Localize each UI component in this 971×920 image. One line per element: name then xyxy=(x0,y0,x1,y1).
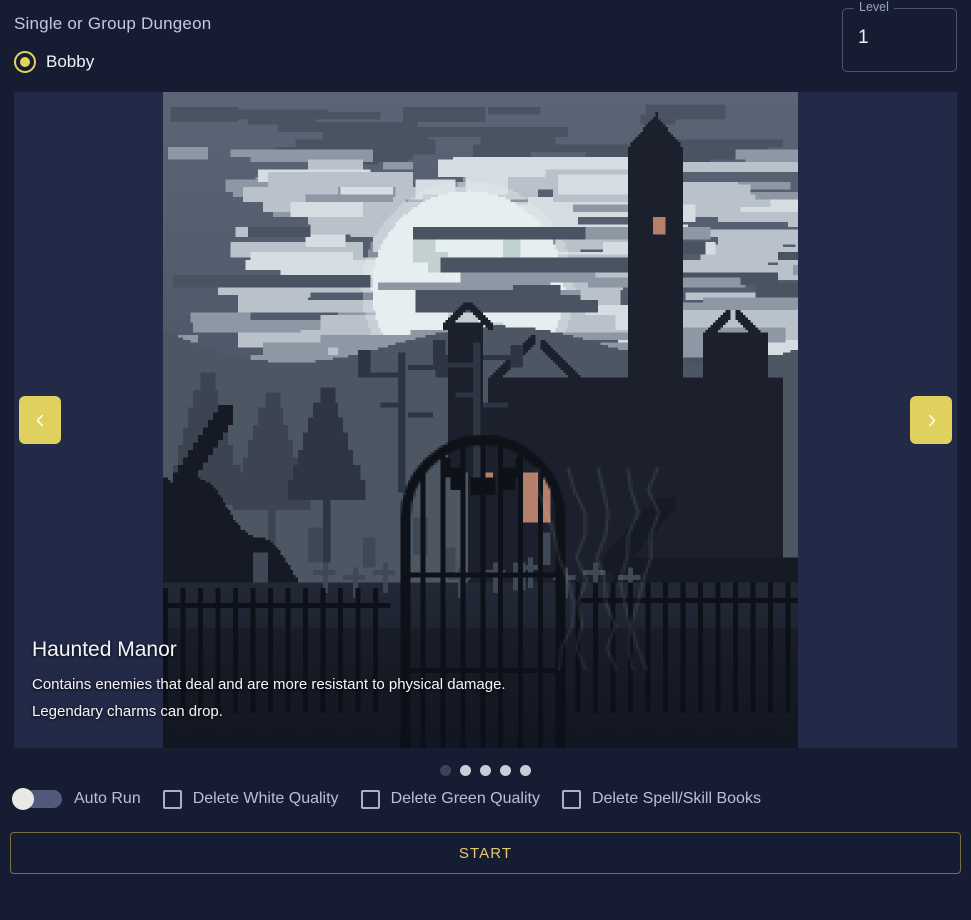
start-button[interactable]: START xyxy=(10,832,961,874)
carousel-dot-2[interactable] xyxy=(460,765,471,776)
checkbox-unchecked-icon[interactable] xyxy=(561,789,581,809)
level-field-label: Level xyxy=(854,0,894,14)
options-row: Auto Run Delete White Quality Delete Gre… xyxy=(0,776,971,810)
auto-run-toggle[interactable]: Auto Run xyxy=(10,788,141,810)
checkbox-delete-white-quality[interactable]: Delete White Quality xyxy=(141,789,339,809)
checkbox-delete-green-quality[interactable]: Delete Green Quality xyxy=(339,789,540,809)
carousel-dots xyxy=(0,765,971,776)
checkbox-label: Delete Spell/Skill Books xyxy=(591,790,761,807)
carousel-dot-3[interactable] xyxy=(480,765,491,776)
character-name-label: Bobby xyxy=(46,52,95,71)
carousel-dot-4[interactable] xyxy=(500,765,511,776)
level-input[interactable]: 1 xyxy=(858,27,869,49)
radio-selected-icon[interactable] xyxy=(14,51,36,73)
page-title: Single or Group Dungeon xyxy=(14,14,212,33)
character-selector[interactable]: Bobby xyxy=(14,51,971,73)
switch-knob xyxy=(12,788,34,810)
dungeon-selection-screen: Single or Group Dungeon Bobby Level 1 Ha… xyxy=(0,0,971,920)
carousel-dot-1[interactable] xyxy=(440,765,451,776)
checkbox-delete-spell-skill-books[interactable]: Delete Spell/Skill Books xyxy=(540,789,761,809)
header: Single or Group Dungeon Bobby Level 1 xyxy=(0,0,971,92)
checkbox-label: Delete White Quality xyxy=(192,790,339,807)
carousel-prev-button[interactable] xyxy=(19,396,61,444)
chevron-left-icon xyxy=(36,414,43,426)
dungeon-carousel: Haunted Manor Contains enemies that deal… xyxy=(14,92,957,748)
checkbox-label: Delete Green Quality xyxy=(390,790,540,807)
dungeon-artwork-haunted-manor xyxy=(163,92,798,748)
checkbox-unchecked-icon[interactable] xyxy=(360,789,380,809)
checkbox-unchecked-icon[interactable] xyxy=(162,789,182,809)
carousel-dot-5[interactable] xyxy=(520,765,531,776)
carousel-next-button[interactable] xyxy=(910,396,952,444)
auto-run-label: Auto Run xyxy=(74,790,141,807)
chevron-right-icon xyxy=(928,414,935,426)
level-field[interactable]: Level 1 xyxy=(842,0,957,72)
radio-dot-icon xyxy=(20,57,30,67)
auto-run-switch-icon[interactable] xyxy=(10,788,62,810)
